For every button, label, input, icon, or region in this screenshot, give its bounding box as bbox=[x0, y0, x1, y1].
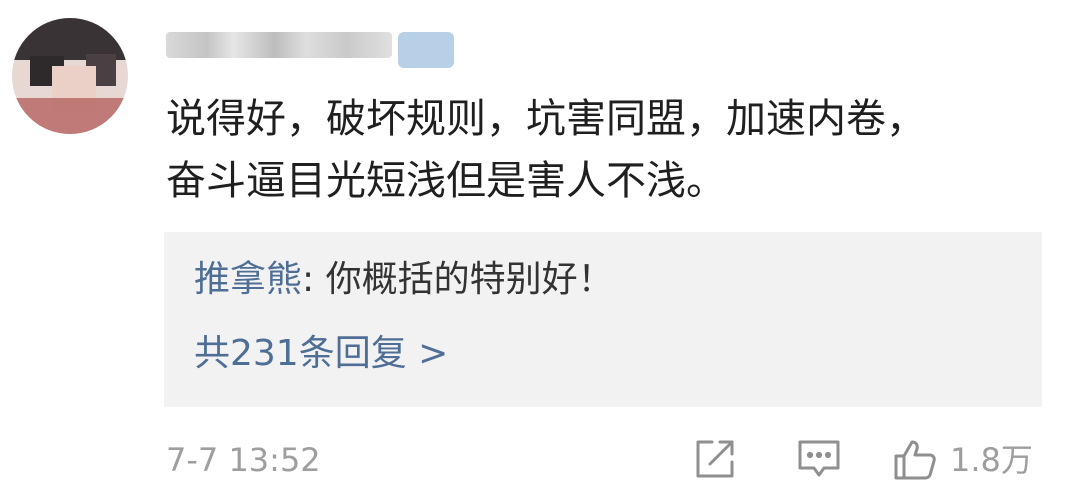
thumbs-up-icon[interactable] bbox=[890, 434, 940, 484]
reply-preview-box[interactable]: 推拿熊: 你概括的特别好！ 共231条回复 > bbox=[164, 232, 1042, 407]
like-count: 1.8万 bbox=[950, 441, 1033, 479]
view-all-replies-link[interactable]: 共231条回复 > bbox=[194, 330, 448, 378]
share-icon[interactable] bbox=[690, 434, 740, 484]
avatar[interactable] bbox=[12, 18, 128, 134]
comment-text: 说得好，破坏规则，坑害同盟，加速内卷， 奋斗逼目光短浅但是害人不浅。 bbox=[166, 96, 926, 204]
reply-preview-line: 推拿熊: 你概括的特别好！ bbox=[194, 256, 614, 304]
comment-icon[interactable] bbox=[794, 434, 844, 484]
reply-text: 你概括的特别好！ bbox=[325, 259, 614, 300]
reply-author-link[interactable]: 推拿熊 bbox=[194, 259, 302, 300]
user-badge-blurred bbox=[398, 32, 454, 68]
timestamp: 7-7 13:52 bbox=[166, 441, 321, 479]
username-blurred[interactable] bbox=[166, 32, 392, 58]
reply-separator: : bbox=[302, 259, 326, 300]
